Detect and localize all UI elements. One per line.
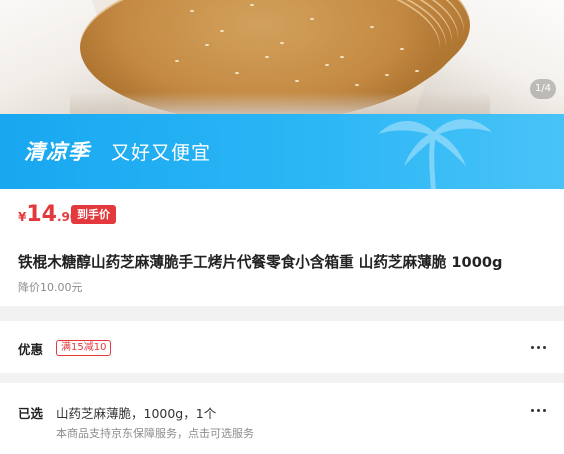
current-price: ¥14.90 [18,202,79,227]
image-shadow [70,92,490,114]
selected-spec-value: 山药芝麻薄脆，1000g，1个 [56,406,217,421]
final-price-badge: 到手价 [71,205,116,224]
product-detail-page: 1/4 清凉季 又好又便宜 ¥14.90 到手价 铁棍木糖醇山药芝麻薄脆手工烤片… [0,0,564,454]
selected-spec-row[interactable]: 已选 山药芝麻薄脆，1000g，1个 本商品支持京东保障服务，点击可选服务 [0,383,564,454]
promo-tag: 清凉季 [24,140,90,164]
more-dots-icon[interactable] [530,345,546,351]
coupon-label: 优惠 [18,342,44,357]
coupon-tag[interactable]: 满15减10 [56,340,112,356]
price-drop-text: 降价10.00元 [18,281,83,294]
carousel-page-indicator: 1/4 [530,79,556,99]
product-title: 铁棍木糖醇山药芝麻薄脆手工烤片代餐零食小含箱重 山药芝麻薄脆 1000g [18,254,503,271]
coupon-row[interactable]: 优惠 满15减10 [0,321,564,373]
price-card: ¥14.90 到手价 铁棍木糖醇山药芝麻薄脆手工烤片代餐零食小含箱重 山药芝麻薄… [0,189,564,306]
palm-tree-icon [378,119,492,189]
service-note: 本商品支持京东保障服务，点击可选服务 [56,427,254,440]
more-dots-icon[interactable] [530,408,546,414]
promo-slogan: 又好又便宜 [111,142,212,164]
promo-banner[interactable]: 清凉季 又好又便宜 [0,114,564,189]
selected-label: 已选 [18,406,44,421]
product-image-carousel[interactable]: 1/4 [0,0,564,114]
